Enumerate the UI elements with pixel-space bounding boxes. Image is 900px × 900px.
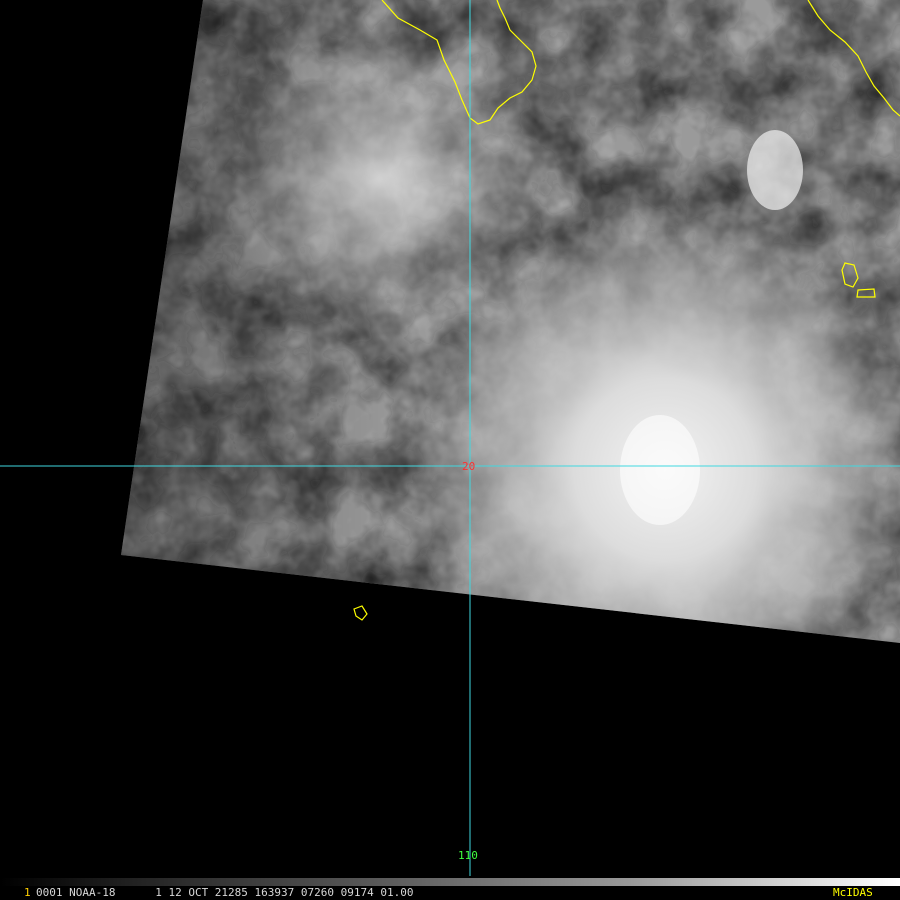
- longitude-label: 110: [458, 849, 478, 862]
- satellite-imagery-map: [0, 0, 900, 876]
- island-clarion: [353, 605, 368, 621]
- frame-index: 1: [24, 886, 31, 899]
- satellite-swath: [121, 0, 900, 643]
- grayscale-color-bar: [0, 878, 900, 886]
- image-info-text: 0001 NOAA-18 1 12 OCT 21285 163937 07260…: [36, 886, 414, 899]
- latitude-label: 20: [462, 460, 476, 473]
- satellite-image-viewer: 20 110 1 0001 NOAA-18 1 12 OCT 21285 163…: [0, 0, 900, 900]
- mcidas-brand-label: McIDAS: [833, 886, 873, 899]
